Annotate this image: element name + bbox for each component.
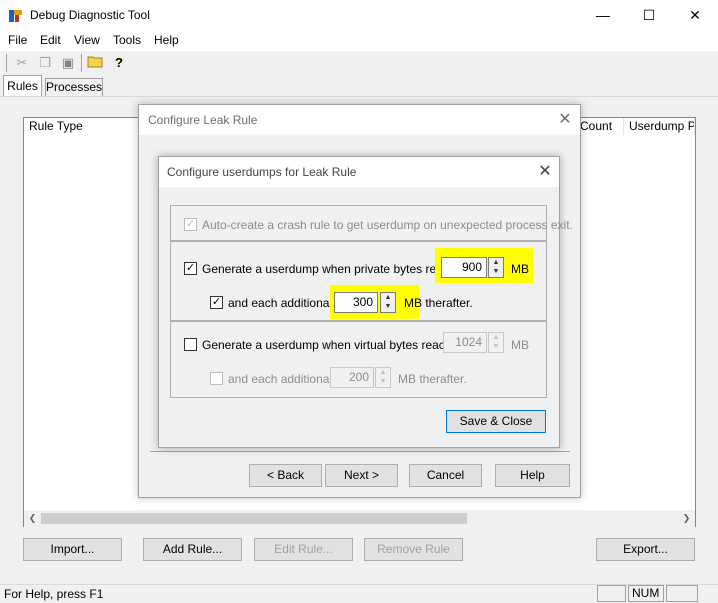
back-button[interactable]: < Back bbox=[249, 464, 322, 487]
tab-rules[interactable]: Rules bbox=[3, 75, 42, 97]
open-folder-icon[interactable] bbox=[86, 54, 104, 72]
status-panel-scroll bbox=[666, 585, 698, 602]
scroll-right-icon[interactable]: ❯ bbox=[678, 510, 695, 527]
private-bytes-checkbox[interactable]: ✓ bbox=[184, 262, 197, 275]
cancel-button[interactable]: Cancel bbox=[409, 464, 482, 487]
menu-help[interactable]: Help bbox=[154, 33, 179, 47]
next-button[interactable]: Next > bbox=[325, 464, 398, 487]
menu-bar bbox=[0, 31, 718, 51]
save-close-button[interactable]: Save & Close bbox=[446, 410, 546, 433]
help-icon[interactable]: ? bbox=[110, 54, 128, 72]
column-userdump-path[interactable]: Userdump Pat bbox=[624, 118, 695, 135]
virtual-additional-checkbox[interactable] bbox=[210, 372, 223, 385]
minimize-button[interactable]: — bbox=[580, 0, 626, 31]
paste-icon[interactable]: ▣ bbox=[59, 54, 77, 72]
auto-crash-label: Auto-create a crash rule to get userdump… bbox=[202, 218, 573, 232]
virtual-bytes-input[interactable]: 1024 bbox=[443, 332, 487, 353]
private-additional-input[interactable]: 300 bbox=[334, 292, 378, 313]
private-additional-unit: MB therafter. bbox=[404, 296, 473, 310]
virtual-bytes-checkbox[interactable] bbox=[184, 338, 197, 351]
menu-edit[interactable]: Edit bbox=[40, 33, 61, 47]
tab-processes[interactable]: Processes bbox=[45, 78, 103, 96]
virtual-additional-unit: MB therafter. bbox=[398, 372, 467, 386]
dialog-close-icon[interactable]: ✕ bbox=[535, 162, 555, 182]
menu-file[interactable]: File bbox=[8, 33, 27, 47]
add-rule-button[interactable]: Add Rule... bbox=[143, 538, 242, 561]
virtual-additional-input[interactable]: 200 bbox=[330, 367, 374, 388]
column-rule-type[interactable]: Rule Type bbox=[24, 118, 140, 135]
status-text: For Help, press F1 bbox=[4, 587, 104, 601]
private-bytes-unit: MB bbox=[511, 262, 529, 276]
edit-rule-button[interactable]: Edit Rule... bbox=[254, 538, 353, 561]
remove-rule-button[interactable]: Remove Rule bbox=[364, 538, 463, 561]
virtual-additional-label: and each additional bbox=[228, 372, 333, 386]
virtual-additional-spinner[interactable]: ▲ ▼ bbox=[375, 367, 391, 388]
dialog-title: Configure Leak Rule bbox=[148, 113, 258, 127]
private-additional-label: and each additional bbox=[228, 296, 333, 310]
maximize-button[interactable]: ☐ bbox=[626, 0, 672, 31]
virtual-bytes-label: Generate a userdump when virtual bytes r… bbox=[202, 338, 452, 352]
toolbar-separator bbox=[6, 54, 7, 72]
toolbar bbox=[0, 51, 718, 75]
private-additional-spinner[interactable]: ▲ ▼ bbox=[380, 292, 396, 313]
private-bytes-spinner[interactable]: ▲ ▼ bbox=[488, 257, 504, 278]
virtual-bytes-unit: MB bbox=[511, 338, 529, 352]
status-panel-caps bbox=[597, 585, 626, 602]
close-button[interactable]: ✕ bbox=[672, 0, 718, 31]
toolbar-separator bbox=[81, 54, 82, 72]
menu-view[interactable]: View bbox=[74, 33, 100, 47]
help-button[interactable]: Help bbox=[495, 464, 570, 487]
app-icon bbox=[8, 8, 24, 24]
copy-icon[interactable]: ❐ bbox=[36, 54, 54, 72]
import-button[interactable]: Import... bbox=[23, 538, 122, 561]
dialog-title: Configure userdumps for Leak Rule bbox=[167, 165, 357, 179]
export-button[interactable]: Export... bbox=[596, 538, 695, 561]
window-title: Debug Diagnostic Tool bbox=[30, 8, 150, 22]
private-bytes-input[interactable]: 900 bbox=[441, 257, 487, 278]
private-bytes-label: Generate a userdump when private bytes r… bbox=[202, 262, 456, 276]
virtual-bytes-spinner[interactable]: ▲ ▼ bbox=[488, 332, 504, 353]
dialog-separator bbox=[150, 451, 570, 452]
dialog-close-icon[interactable]: ✕ bbox=[555, 110, 575, 130]
scrollbar-thumb[interactable] bbox=[41, 513, 467, 524]
menu-tools[interactable]: Tools bbox=[113, 33, 141, 47]
cut-icon[interactable]: ✂ bbox=[13, 54, 31, 72]
status-panel-num: NUM bbox=[628, 585, 664, 602]
private-additional-checkbox[interactable]: ✓ bbox=[210, 296, 223, 309]
scroll-left-icon[interactable]: ❮ bbox=[24, 510, 41, 527]
auto-crash-checkbox[interactable]: ✓ bbox=[184, 218, 197, 231]
column-count[interactable]: Count bbox=[575, 118, 624, 135]
